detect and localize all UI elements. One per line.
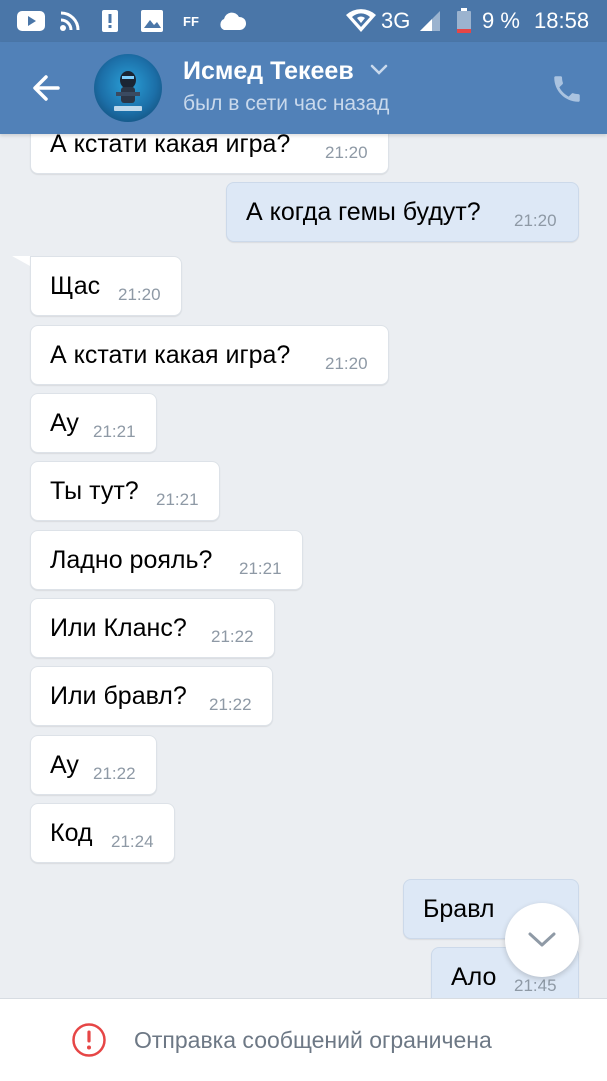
- chat-header: Исмед Текеев был в сети час назад: [0, 42, 607, 134]
- chevron-down-icon[interactable]: [370, 64, 388, 76]
- message-time: 21:21: [239, 559, 282, 578]
- message-text: Ау: [50, 409, 79, 437]
- message-time: 21:20: [325, 143, 368, 162]
- message-time: 21:20: [118, 285, 161, 304]
- message-text: А кстати какая игра?: [50, 341, 291, 369]
- image-icon: [140, 8, 164, 34]
- message-text: Ты тут?: [50, 477, 139, 505]
- contact-name[interactable]: Исмед Текеев: [183, 57, 354, 86]
- battery-percent: 9 %: [482, 8, 520, 33]
- exclamation-circle-icon: [72, 1023, 106, 1057]
- message-text: Бравл: [423, 895, 495, 923]
- message-text: Ау: [50, 751, 79, 779]
- back-button[interactable]: [28, 70, 68, 106]
- message-incoming[interactable]: Или бравл? 21:22: [30, 666, 273, 726]
- message-text: А кстати какая игра?: [50, 134, 291, 158]
- arrow-left-icon: [33, 75, 60, 101]
- message-incoming[interactable]: Ладно рояль? 21:21: [30, 530, 303, 590]
- svg-text:FF: FF: [183, 14, 199, 29]
- chevron-down-icon: [528, 932, 556, 947]
- message-text: Или бравл?: [50, 682, 187, 710]
- message-time: 21:20: [514, 211, 557, 230]
- message-list[interactable]: А кстати какая игра? 21:20 А когда гемы …: [0, 134, 607, 998]
- message-text: Ладно рояль?: [50, 546, 213, 574]
- scroll-down-button[interactable]: [505, 903, 579, 977]
- avatar[interactable]: [94, 54, 162, 122]
- message-text: Щас: [50, 272, 101, 300]
- avatar-image: [114, 71, 142, 111]
- message-incoming[interactable]: Ау 21:21: [30, 393, 157, 453]
- message-time: 21:24: [111, 832, 154, 851]
- message-outgoing[interactable]: А когда гемы будут? 21:20: [226, 182, 579, 242]
- message-text: Код: [50, 819, 93, 847]
- message-incoming[interactable]: Ты тут? 21:21: [30, 461, 220, 521]
- signal-icon: [418, 8, 442, 34]
- message-incoming[interactable]: А кстати какая игра? 21:20: [30, 325, 389, 385]
- message-text: Или Кланс?: [50, 614, 187, 642]
- message-incoming[interactable]: Или Кланс? 21:22: [30, 598, 275, 658]
- status-bar: FF 3G 9 % 18:58: [0, 0, 607, 42]
- wifi-icon: [344, 8, 378, 34]
- message-incoming[interactable]: Код 21:24: [30, 803, 175, 863]
- message-time: 21:20: [325, 354, 368, 373]
- message-restriction-bar: Отправка сообщений ограничена: [0, 998, 607, 1081]
- message-incoming[interactable]: А кстати какая игра? 21:20: [30, 134, 389, 174]
- message-time: 21:22: [211, 627, 254, 646]
- message-time: 21:21: [156, 490, 199, 509]
- message-incoming[interactable]: Ау 21:22: [30, 735, 157, 795]
- bubble-tail: [12, 256, 30, 266]
- call-button[interactable]: [550, 72, 584, 106]
- message-time: 21:22: [209, 695, 252, 714]
- message-time: 21:21: [93, 422, 136, 441]
- ff-icon: FF: [182, 8, 204, 34]
- contact-status: был в сети час назад: [183, 92, 390, 115]
- cloud-icon: [216, 8, 248, 34]
- phone-icon: [554, 76, 580, 102]
- rss-icon: [58, 8, 82, 34]
- youtube-icon: [16, 8, 46, 34]
- message-text: А когда гемы будут?: [246, 198, 481, 226]
- alert-icon: [100, 8, 120, 34]
- message-incoming[interactable]: Щас 21:20: [30, 256, 182, 316]
- message-time: 21:45: [514, 976, 557, 995]
- message-text: Ало: [451, 963, 497, 991]
- clock: 18:58: [534, 8, 590, 33]
- battery-icon: [455, 8, 473, 34]
- network-type: 3G: [381, 8, 411, 33]
- message-time: 21:22: [93, 764, 136, 783]
- restriction-text: Отправка сообщений ограничена: [134, 1027, 492, 1053]
